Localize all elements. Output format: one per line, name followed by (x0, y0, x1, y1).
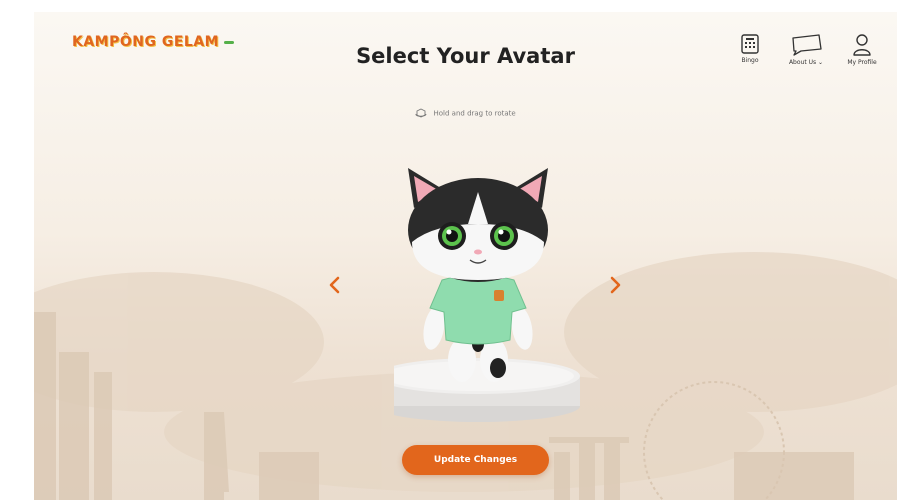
chevron-left-icon (329, 276, 340, 294)
nav-about-us[interactable]: About Us ⌄ (778, 34, 834, 66)
bingo-card-icon (741, 34, 759, 54)
rotate-hint: Hold and drag to rotate (34, 108, 897, 119)
speech-bubble-icon (792, 34, 822, 56)
chevron-down-icon: ⌄ (818, 59, 824, 66)
nav-bingo[interactable]: Bingo (728, 34, 772, 64)
update-changes-button[interactable]: Update Changes (402, 445, 549, 475)
cat-avatar[interactable] (394, 162, 594, 432)
rotate-hint-text: Hold and drag to rotate (433, 109, 516, 118)
chevron-right-icon (610, 276, 621, 294)
previous-avatar-button[interactable] (322, 270, 346, 300)
next-avatar-button[interactable] (604, 270, 628, 300)
nav-about-us-label: About Us (788, 59, 817, 66)
avatar-selection-screen: KAMPÔNG GELAM Select Your Avatar Bingo A… (34, 12, 897, 500)
user-profile-icon (853, 34, 871, 56)
nav-bingo-label: Bingo (741, 57, 759, 64)
nav-my-profile[interactable]: My Profile (840, 34, 884, 66)
nav-my-profile-label: My Profile (847, 59, 877, 66)
rotate-3d-icon (415, 108, 427, 118)
